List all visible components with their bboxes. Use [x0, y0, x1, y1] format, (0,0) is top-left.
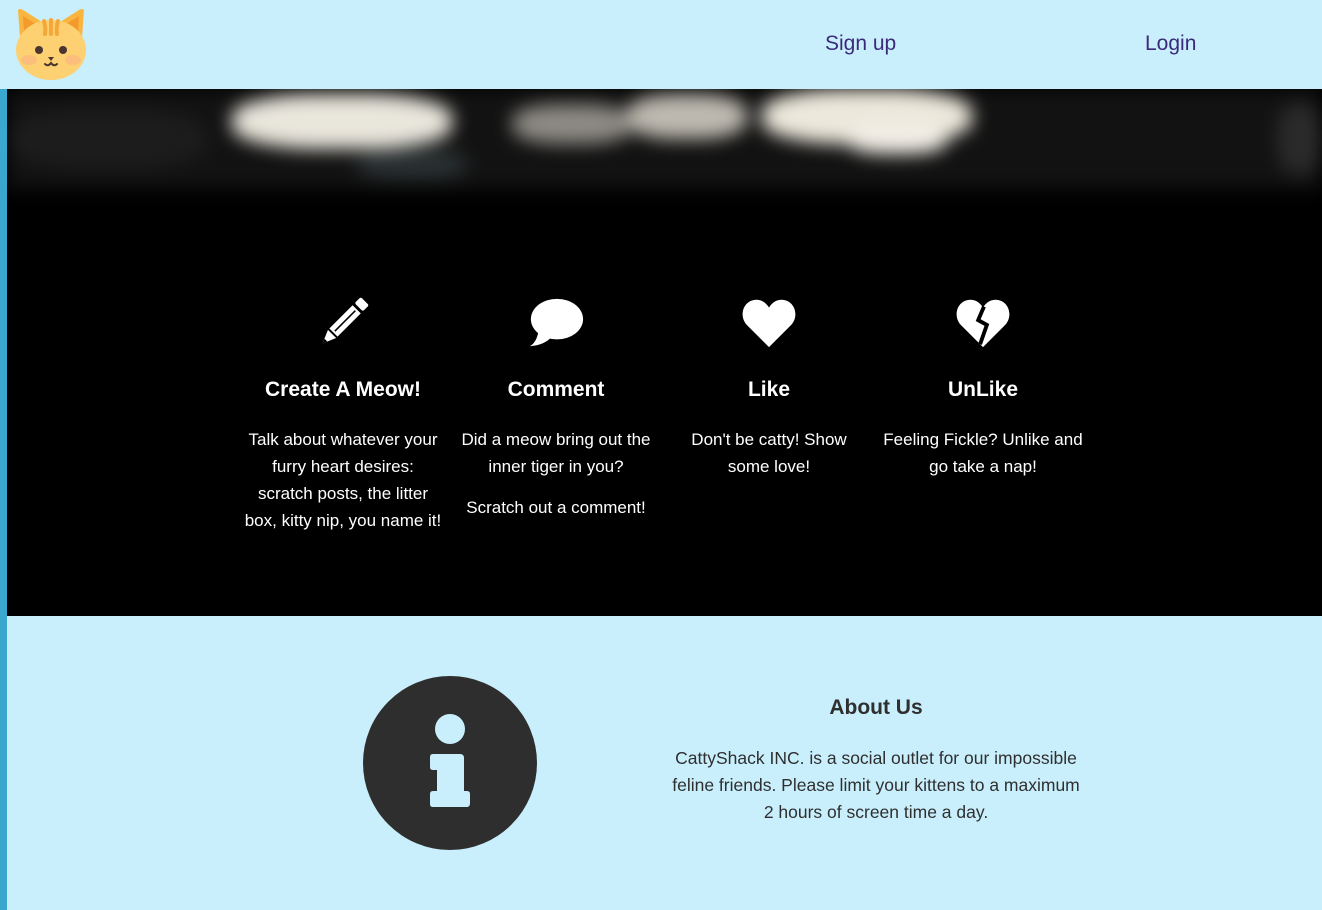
feature-title: UnLike: [947, 378, 1018, 401]
feature-description: Talk about whatever your furry heart des…: [244, 430, 442, 530]
feature-title: Create A Meow!: [265, 378, 421, 401]
features-section: Create A Meow! Talk about whatever your …: [7, 89, 1322, 616]
heart-icon: [742, 299, 796, 348]
broken-heart-icon: [956, 299, 1010, 348]
left-accent-strip: [0, 89, 7, 910]
signup-link[interactable]: Sign up: [825, 32, 896, 56]
feature-title: Comment: [507, 378, 605, 401]
feature-title: Like: [747, 378, 791, 401]
feature-description: Scratch out a comment!: [466, 498, 646, 517]
feature-create-meow: Create A Meow! Talk about whatever your …: [243, 294, 443, 534]
login-link[interactable]: Login: [1145, 32, 1196, 56]
navbar: Sign up Login: [0, 0, 1322, 89]
about-text: CattyShack INC. is a social outlet for o…: [672, 748, 1080, 822]
info-circle-icon: [363, 676, 537, 850]
page: Sign up Login Create A Meow! Talk about …: [0, 0, 1322, 910]
feature-description: Feeling Fickle? Unlike and go take a nap…: [883, 430, 1083, 476]
feature-description: Did a meow bring out the inner tiger in …: [461, 430, 651, 476]
about-section: About Us CattyShack INC. is a social out…: [670, 696, 1082, 826]
feature-like: Like Don't be catty! Show some love!: [669, 294, 869, 480]
pencil-icon: [322, 297, 369, 344]
cat-face-icon[interactable]: [14, 6, 88, 82]
comment-icon: [529, 298, 584, 347]
feature-comment: Comment Did a meow bring out the inner t…: [456, 294, 656, 521]
blurred-cats-background: [7, 89, 1322, 189]
about-title: About Us: [829, 696, 923, 719]
feature-description: Don't be catty! Show some love!: [691, 430, 847, 476]
feature-unlike: UnLike Feeling Fickle? Unlike and go tak…: [883, 294, 1083, 480]
